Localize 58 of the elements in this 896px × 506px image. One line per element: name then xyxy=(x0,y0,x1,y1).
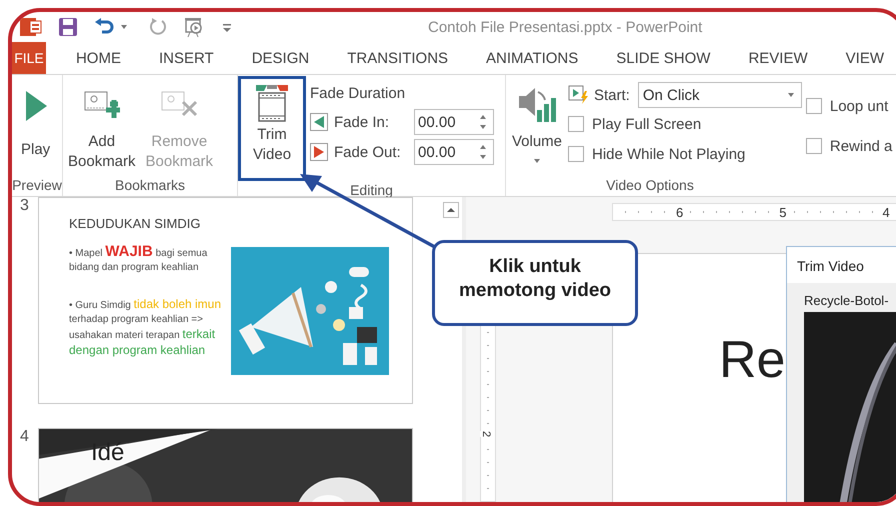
ribbon-tab[interactable]: REVIEW xyxy=(730,42,826,74)
start-icon xyxy=(568,85,590,105)
fade-out-icon xyxy=(310,143,328,161)
bullet-text: • Mapel WAJIB bagi semua bidang dan program keahlian xyxy=(69,245,208,275)
checkbox[interactable] xyxy=(568,116,584,132)
play-button[interactable]: Play xyxy=(12,75,56,163)
ruler-number: 2 xyxy=(480,430,492,438)
checkbox-label: Loop unt xyxy=(830,98,888,114)
bullet-text: • Guru Simdig tidak boleh imun terhadap program keahlian => usahakan materi terapan terkait dengan program keahlian xyxy=(69,297,222,359)
ribbon-tab[interactable]: ANIMATIONS xyxy=(468,42,596,74)
checkbox-label: Hide While Not Playing xyxy=(592,146,746,162)
spin-field[interactable]: 00.00 xyxy=(414,139,494,165)
checkbox[interactable] xyxy=(806,98,822,114)
slide-thumbnail[interactable]: KEDUDUKAN SIMDIG • Mapel WAJIB bagi semua bidang dan program keahlian • Guru Simdig tidak boleh imun terhadap program keahlian => usahakan materi terapan terkait dengan program keahlian xyxy=(38,197,413,404)
dialog-title: Trim Video xyxy=(787,247,896,283)
group-label: Bookmarks xyxy=(114,176,186,195)
volume-button[interactable]: Volume xyxy=(506,75,568,167)
slide-title: KEDUDUKAN SIMDIG xyxy=(69,216,202,231)
checkbox[interactable] xyxy=(568,146,584,162)
undo-icon[interactable] xyxy=(94,18,116,36)
fade-in-icon xyxy=(310,113,328,131)
slide-number: 4 xyxy=(19,428,30,447)
add-bookmark-button[interactable]: Add Bookmark xyxy=(63,75,141,175)
ribbon-tab[interactable]: HOME xyxy=(58,42,139,74)
redo-icon[interactable] xyxy=(148,17,168,37)
ribbon-tab[interactable]: TRANSITIONS xyxy=(329,42,466,74)
ribbon-tab[interactable]: INSERT xyxy=(140,42,232,74)
group-label: Video Options xyxy=(605,176,695,195)
fade-duration-label: Fade Duration xyxy=(310,85,406,104)
play-icon xyxy=(24,90,48,122)
checkbox[interactable] xyxy=(806,138,822,154)
callout-note: Klik untuk memotong video xyxy=(432,240,638,326)
fade-label: Fade In: xyxy=(334,114,390,130)
scroll-up-icon[interactable] xyxy=(443,202,459,218)
caret-icon[interactable] xyxy=(120,24,128,30)
film-trim-icon xyxy=(254,83,290,123)
checkbox-label: Play Full Screen xyxy=(592,116,702,132)
fade-label: Fade Out: xyxy=(334,144,402,160)
file-name: Recycle-Botol- xyxy=(803,292,890,310)
caret-icon xyxy=(533,158,541,164)
slide-number: 3 xyxy=(19,197,30,216)
customize-icon[interactable] xyxy=(222,21,232,33)
spin-field[interactable]: 00.00 xyxy=(414,109,494,135)
group-label: Preview xyxy=(12,176,62,195)
checkbox-label: Rewind a xyxy=(830,138,892,154)
group-label: Editing xyxy=(349,181,394,199)
app-logo-icon[interactable] xyxy=(20,17,42,37)
save-icon[interactable] xyxy=(58,17,78,37)
ruler-number: 6 xyxy=(675,204,684,220)
ribbon-tab[interactable]: SLIDE SHOW xyxy=(598,42,728,74)
caret-icon xyxy=(786,92,795,98)
ribbon-tab[interactable]: DESIGN xyxy=(234,42,328,74)
window-title: Contoh File Presentasi.pptx - PowerPoint xyxy=(428,18,702,36)
start-label: Start: xyxy=(594,86,630,104)
trim-video-button[interactable]: Trim Video xyxy=(238,76,306,181)
start-dropdown[interactable]: On Click xyxy=(638,82,802,108)
ribbon-tab[interactable]: VIEW xyxy=(828,42,896,74)
slide-title: Re xyxy=(719,330,786,390)
